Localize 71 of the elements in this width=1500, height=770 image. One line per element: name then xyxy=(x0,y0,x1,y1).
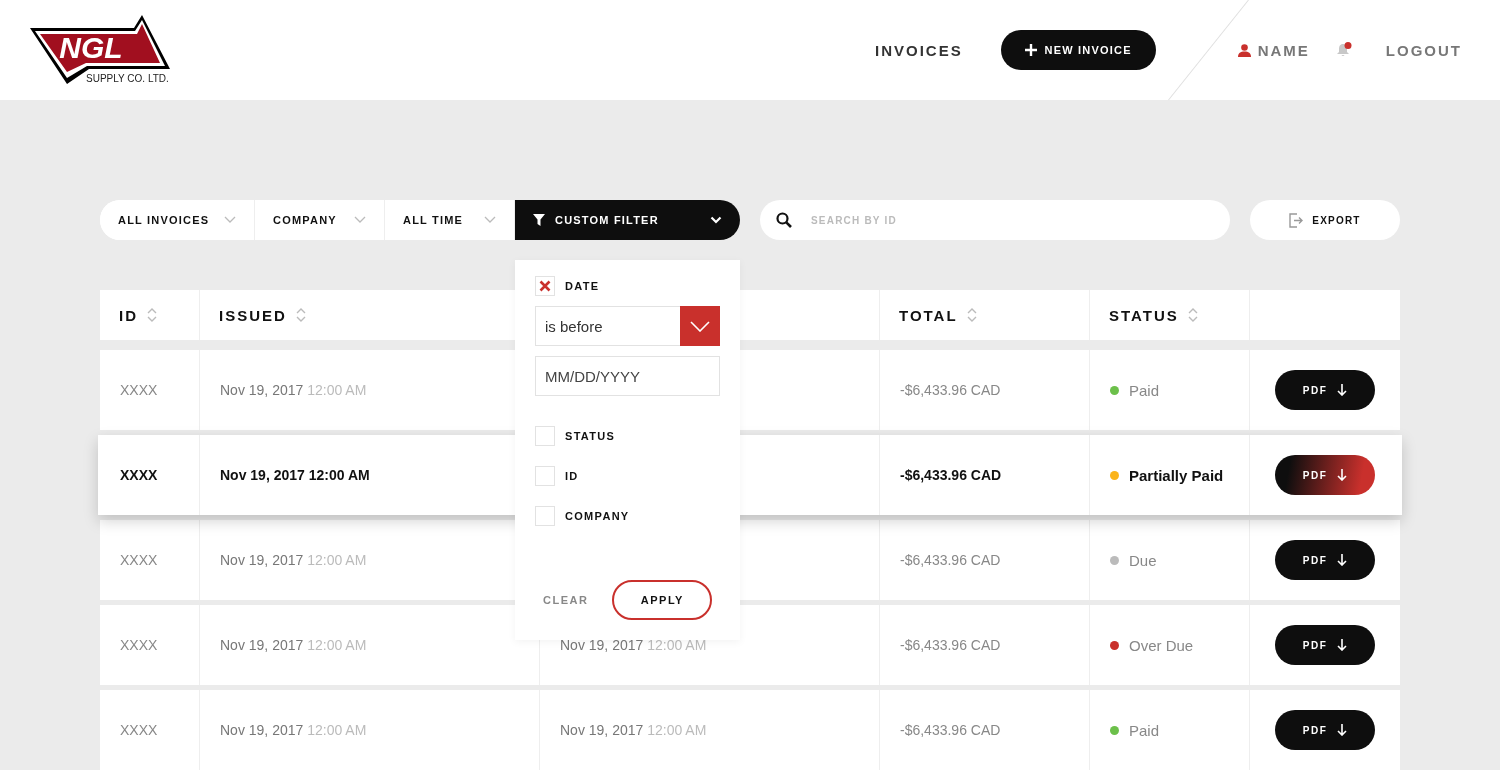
invoice-id: XXXX xyxy=(120,552,158,568)
pdf-download-button[interactable]: PDF xyxy=(1275,455,1375,495)
chevron-down-icon xyxy=(224,216,236,224)
issued-date: Nov 19, 2017 12:00 AM xyxy=(220,637,367,653)
issued-date: Nov 19, 2017 12:00 AM xyxy=(220,722,367,738)
sort-icon[interactable] xyxy=(966,307,977,323)
pdf-download-button[interactable]: PDF xyxy=(1275,370,1375,410)
sort-icon[interactable] xyxy=(295,307,306,323)
checkbox[interactable] xyxy=(535,506,555,526)
cross-icon xyxy=(539,280,551,292)
invoice-total: -$6,433.96 CAD xyxy=(900,552,1001,568)
download-arrow-icon xyxy=(1337,724,1348,736)
pdf-download-button[interactable]: PDF xyxy=(1275,625,1375,665)
nav-link[interactable]: INVOICES xyxy=(874,41,963,59)
download-arrow-icon xyxy=(1337,554,1348,566)
condition-select[interactable]: is before xyxy=(535,306,720,346)
chevron-down-icon xyxy=(690,320,710,332)
invoice-total: -$6,433.96 CAD xyxy=(900,382,1001,398)
invoice-id: XXXX xyxy=(120,722,158,738)
issued-date: Nov 19, 2017 12:00 AM xyxy=(220,382,367,398)
plus-icon xyxy=(1024,44,1037,56)
invoice-id: XXXX xyxy=(120,382,158,398)
issued-date: Nov 19, 2017 12:00 AM xyxy=(220,552,367,568)
export-button[interactable]: EXPORT xyxy=(1250,200,1400,240)
date-input[interactable]: MM/DD/YYYY xyxy=(535,356,720,396)
company-logo[interactable]: NGL SUPPLY CO. LTD. xyxy=(29,14,171,86)
date-cell: Nov 19, 2017 12:00 AM xyxy=(560,722,707,738)
invoice-row[interactable]: XXXX Nov 19, 2017 12:00 AM Nov 19, 2017 12:00 AM -$6,433.96 CAD Over Due PDF xyxy=(100,605,1400,685)
sort-icon[interactable] xyxy=(1187,307,1198,323)
download-arrow-icon xyxy=(1337,384,1348,396)
filter-dropdown[interactable]: CUSTOM FILTER xyxy=(515,200,740,240)
invoice-id: XXXX xyxy=(120,467,158,483)
chevron-down-icon xyxy=(484,216,496,224)
checkbox[interactable] xyxy=(535,466,555,486)
download-arrow-icon xyxy=(1337,639,1348,651)
checkbox[interactable] xyxy=(535,276,555,296)
invoice-total: -$6,433.96 CAD xyxy=(900,722,1001,738)
status-label: Paid xyxy=(1129,381,1160,399)
pdf-download-button[interactable]: PDF xyxy=(1275,540,1375,580)
invoice-total: -$6,433.96 CAD xyxy=(900,637,1001,653)
filter-icon xyxy=(533,214,545,226)
status-label: Over Due xyxy=(1129,636,1194,654)
status-label: Due xyxy=(1129,551,1157,569)
column-header[interactable]: TOTAL xyxy=(899,306,958,324)
invoice-total: -$6,433.96 CAD xyxy=(900,467,1002,483)
sort-icon[interactable] xyxy=(147,307,157,323)
column-header[interactable]: STATUS xyxy=(1109,306,1179,324)
search-field[interactable]: SEARCH BY ID xyxy=(760,200,1230,240)
apply-button[interactable]: APPLY xyxy=(612,580,713,620)
notification-bell-icon[interactable] xyxy=(1335,42,1352,58)
option-label: DATE xyxy=(565,280,600,292)
export-icon xyxy=(1289,212,1304,228)
option-label: ID xyxy=(565,470,579,482)
user-link[interactable]: NAME xyxy=(1237,41,1310,59)
status-label: Partially Paid xyxy=(1129,466,1224,484)
issued-date: Nov 19, 2017 12:00 AM xyxy=(220,467,370,483)
download-arrow-icon xyxy=(1337,469,1348,481)
checkbox[interactable] xyxy=(535,426,555,446)
invoice-id: XXXX xyxy=(120,637,158,653)
pdf-download-button[interactable]: PDF xyxy=(1275,710,1375,750)
column-header[interactable]: ID xyxy=(119,306,138,324)
status-label: Paid xyxy=(1129,721,1160,739)
chevron-down-icon xyxy=(710,216,722,224)
chevron-down-icon xyxy=(354,216,366,224)
date-cell: Nov 19, 2017 12:00 AM xyxy=(560,637,707,653)
logout-link[interactable]: LOGOUT xyxy=(1385,41,1462,59)
column-header[interactable]: ISSUED xyxy=(219,306,287,324)
invoice-row[interactable]: XXXX Nov 19, 2017 12:00 AM Nov 19, 2017 12:00 AM -$6,433.96 CAD Paid PDF xyxy=(100,690,1400,770)
new-invoice-button[interactable]: NEW INVOICE xyxy=(1000,30,1156,70)
filter-dropdown[interactable]: ALL INVOICES xyxy=(100,200,255,240)
user-icon xyxy=(1237,43,1251,57)
